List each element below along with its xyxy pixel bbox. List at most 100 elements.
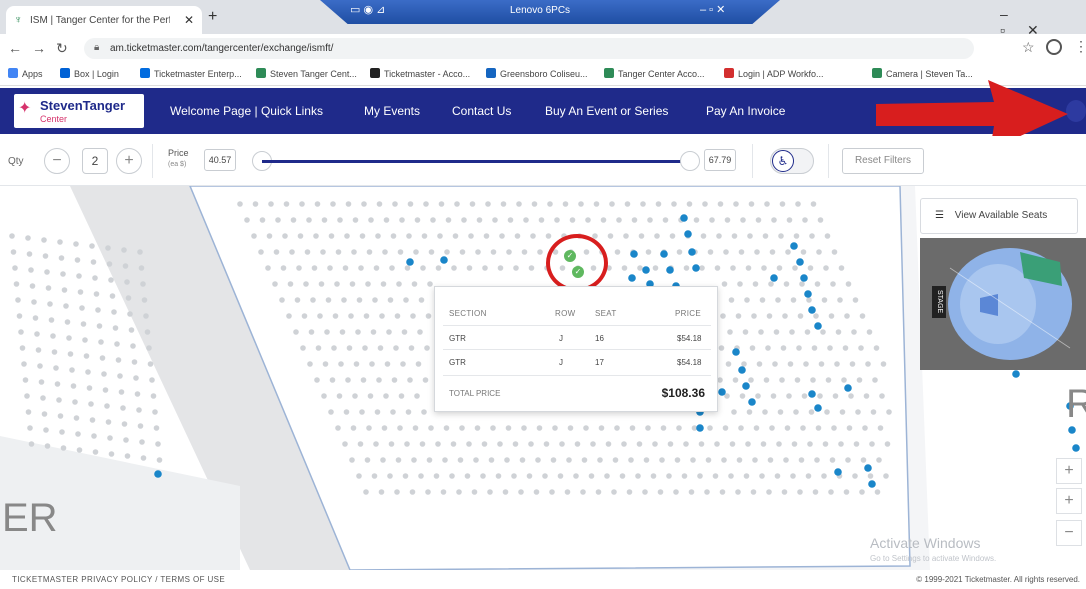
- privacy-terms-links[interactable]: TICKETMASTER PRIVACY POLICY / TERMS OF U…: [12, 575, 225, 584]
- browser-menu-icon[interactable]: ⋮: [1074, 38, 1086, 55]
- bookmark-item[interactable]: Camera | Steven Ta...: [872, 68, 973, 79]
- available-seat[interactable]: [406, 258, 414, 266]
- unavailable-seat: [374, 409, 381, 415]
- available-seat[interactable]: [814, 322, 822, 330]
- bookmark-item[interactable]: Ticketmaster - Acco...: [370, 68, 470, 79]
- unavailable-seat: [28, 441, 35, 447]
- unavailable-seat: [152, 409, 158, 415]
- unavailable-seat: [816, 249, 822, 255]
- unavailable-seat: [388, 441, 395, 447]
- unavailable-seat: [600, 217, 607, 223]
- unavailable-seat: [155, 441, 161, 447]
- available-seat[interactable]: [1072, 444, 1080, 452]
- available-seat[interactable]: [1012, 370, 1020, 378]
- available-seat[interactable]: [748, 398, 756, 406]
- reset-filters-button[interactable]: Reset Filters: [842, 148, 924, 174]
- unavailable-seat: [654, 233, 660, 239]
- bookmark-item[interactable]: Login | ADP Workfo...: [724, 68, 824, 79]
- available-seat[interactable]: [642, 266, 650, 274]
- zoom-out-button[interactable]: −: [1056, 520, 1082, 546]
- available-seat[interactable]: [1068, 426, 1076, 434]
- available-seat[interactable]: [684, 230, 692, 238]
- available-seat[interactable]: [808, 306, 816, 314]
- zoom-in-secondary-button[interactable]: +: [1056, 488, 1082, 514]
- price-max-input[interactable]: 67.79: [704, 149, 736, 171]
- unavailable-seat: [738, 249, 745, 255]
- available-seat[interactable]: [680, 214, 688, 222]
- zoom-in-button[interactable]: +: [1056, 458, 1082, 484]
- account-menu-button[interactable]: [1066, 100, 1086, 122]
- available-seat[interactable]: [738, 366, 746, 374]
- bookmark-item[interactable]: Tanger Center Acco...: [604, 68, 705, 79]
- available-seat[interactable]: [796, 258, 804, 266]
- unavailable-seat: [800, 425, 806, 431]
- unavailable-seat: [745, 441, 751, 447]
- available-seat[interactable]: [834, 468, 842, 476]
- view-available-seats-button[interactable]: ☰ View Available Seats: [920, 198, 1078, 234]
- nav-contact-us[interactable]: Contact Us: [452, 104, 511, 118]
- available-seat[interactable]: [154, 470, 162, 478]
- nav-my-events[interactable]: My Events: [364, 104, 420, 118]
- price-slider-track[interactable]: [262, 160, 690, 163]
- price-max-handle[interactable]: [680, 151, 700, 171]
- available-seat[interactable]: [770, 274, 778, 282]
- accessibility-toggle[interactable]: ♿︎: [770, 148, 814, 174]
- unavailable-seat: [657, 489, 664, 495]
- available-seat[interactable]: [868, 480, 876, 488]
- bookmark-item[interactable]: Greensboro Coliseu...: [486, 68, 588, 79]
- available-seat[interactable]: [630, 250, 638, 258]
- price-min-input[interactable]: 40.57: [204, 149, 236, 171]
- available-seat[interactable]: [844, 384, 852, 392]
- nav-welcome-page[interactable]: Welcome Page | Quick Links: [170, 104, 323, 118]
- venue-minimap[interactable]: STAGE: [920, 238, 1086, 370]
- remote-pin-icon[interactable]: ▭ ◉ ⊿: [350, 3, 385, 16]
- unavailable-seat: [437, 233, 443, 239]
- unavailable-seat: [659, 457, 665, 463]
- available-seat[interactable]: [808, 390, 816, 398]
- bookmark-item[interactable]: Apps: [8, 68, 43, 79]
- available-seat[interactable]: [742, 382, 750, 390]
- available-seat[interactable]: [800, 274, 808, 282]
- bookmark-item[interactable]: Ticketmaster Enterp...: [140, 68, 242, 79]
- available-seat[interactable]: [696, 424, 704, 432]
- remote-window-controls-icon[interactable]: – ▫ ✕: [700, 3, 725, 16]
- available-seat[interactable]: [666, 266, 674, 274]
- unavailable-seat: [380, 281, 387, 287]
- unavailable-seat: [521, 425, 527, 431]
- qty-increase-button[interactable]: +: [116, 148, 142, 174]
- unavailable-seat: [645, 425, 651, 431]
- nav-pay-invoice[interactable]: Pay An Invoice: [706, 104, 785, 118]
- unavailable-seat: [590, 441, 596, 447]
- bookmark-item[interactable]: Box | Login: [60, 68, 119, 79]
- available-seat[interactable]: [732, 348, 740, 356]
- available-seat[interactable]: [688, 248, 696, 256]
- bookmark-star-icon[interactable]: ☆: [1022, 39, 1035, 56]
- available-seat[interactable]: [692, 264, 700, 272]
- bookmark-favicon-icon: [604, 68, 614, 78]
- reload-icon[interactable]: ↻: [56, 40, 68, 57]
- forward-arrow-icon[interactable]: →: [32, 40, 46, 56]
- unavailable-seat: [153, 425, 160, 431]
- available-seat[interactable]: [628, 274, 636, 282]
- unavailable-seat: [390, 233, 397, 239]
- close-tab-icon[interactable]: ✕: [184, 13, 194, 27]
- bookmark-label: Camera | Steven Ta...: [886, 69, 973, 79]
- url-input[interactable]: 🔒︎ am.ticketmaster.com/tangercenter/exch…: [84, 38, 974, 59]
- tanger-center-logo[interactable]: ✦ StevenTanger Center: [14, 94, 144, 128]
- nav-buy-event[interactable]: Buy An Event or Series: [545, 104, 668, 118]
- qty-decrease-button[interactable]: −: [44, 148, 70, 174]
- profile-avatar-icon[interactable]: [1046, 39, 1062, 55]
- available-seat[interactable]: [814, 404, 822, 412]
- available-seat[interactable]: [660, 250, 668, 258]
- qty-value[interactable]: 2: [82, 148, 108, 174]
- new-tab-button[interactable]: +: [208, 8, 217, 26]
- back-arrow-icon[interactable]: ←: [8, 40, 22, 56]
- available-seat[interactable]: [864, 464, 872, 472]
- browser-tab[interactable]: ♆ ISM | Tanger Center for the Perfo ✕: [6, 6, 202, 34]
- available-seat[interactable]: [790, 242, 798, 250]
- available-seat[interactable]: [718, 388, 726, 396]
- available-seat[interactable]: [804, 290, 812, 298]
- unavailable-seat: [351, 249, 357, 255]
- bookmark-item[interactable]: Steven Tanger Cent...: [256, 68, 357, 79]
- available-seat[interactable]: [440, 256, 448, 264]
